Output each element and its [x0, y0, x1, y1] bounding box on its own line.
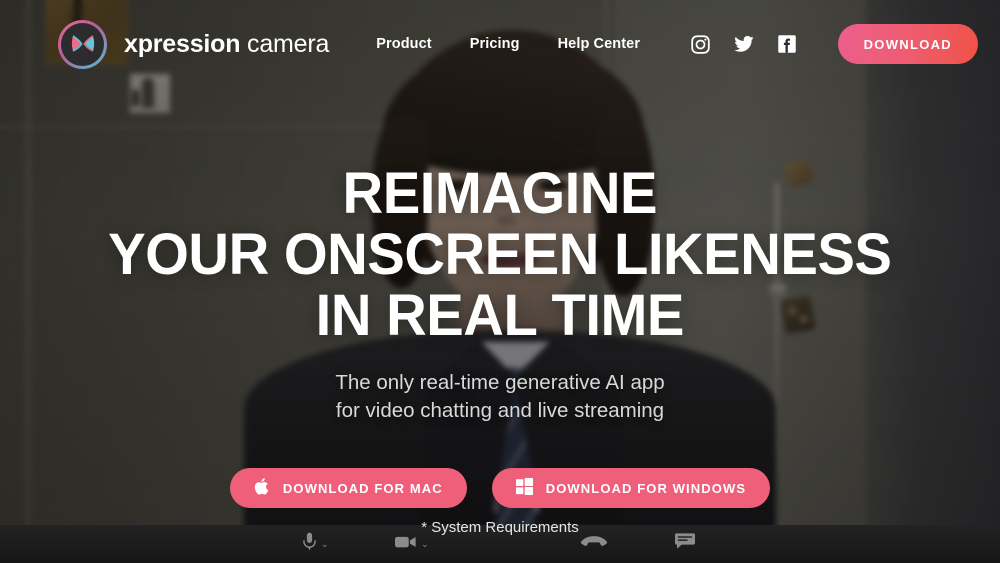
- windows-icon: [515, 478, 533, 498]
- nav-item-help-center[interactable]: Help Center: [558, 36, 640, 52]
- hangup-phone-icon: [581, 535, 607, 553]
- system-requirements-link[interactable]: * System Requirements: [0, 519, 1000, 536]
- download-for-windows-button[interactable]: DOWNLOAD FOR WINDOWS: [491, 468, 771, 508]
- download-for-mac-label: DOWNLOAD FOR MAC: [282, 480, 443, 496]
- main-navigation: Product Pricing Help Center: [376, 36, 640, 52]
- hangup-control[interactable]: [581, 535, 607, 553]
- brand-wordmark: xpression camera: [124, 30, 329, 59]
- social-links: [690, 34, 797, 55]
- apple-icon: [254, 477, 270, 499]
- header-download-button[interactable]: DOWNLOAD: [837, 24, 978, 64]
- camera-control[interactable]: ⌄: [395, 535, 429, 554]
- chat-control[interactable]: [675, 533, 695, 555]
- brand-logo[interactable]: xpression camera: [58, 19, 329, 69]
- video-call-toolbar: ⌄ ⌄ * System Requirements: [0, 519, 1000, 563]
- video-camera-icon: [395, 535, 416, 554]
- brand-name-bold: xpression: [124, 29, 241, 58]
- instagram-icon[interactable]: [690, 34, 711, 55]
- microphone-chevron-down-icon[interactable]: ⌄: [321, 539, 329, 550]
- hero-cta-row: DOWNLOAD FOR MAC DOWNLOAD FOR WINDOWS: [229, 468, 771, 508]
- download-for-mac-button[interactable]: DOWNLOAD FOR MAC: [229, 468, 467, 508]
- download-for-windows-label: DOWNLOAD FOR WINDOWS: [545, 480, 747, 496]
- facebook-icon[interactable]: [777, 34, 797, 54]
- brand-name-light: camera: [240, 29, 330, 58]
- chat-bubble-icon: [675, 533, 695, 555]
- logo-butterfly-glyph: [71, 35, 94, 52]
- xpression-logo-icon: [58, 19, 107, 69]
- nav-item-product[interactable]: Product: [376, 36, 431, 52]
- header-actions: DOWNLOAD: [690, 24, 978, 64]
- camera-chevron-down-icon[interactable]: ⌄: [421, 539, 429, 550]
- site-header: xpression camera Product Pricing Help Ce…: [0, 0, 1000, 88]
- twitter-icon[interactable]: [733, 34, 755, 55]
- nav-item-pricing[interactable]: Pricing: [470, 36, 520, 52]
